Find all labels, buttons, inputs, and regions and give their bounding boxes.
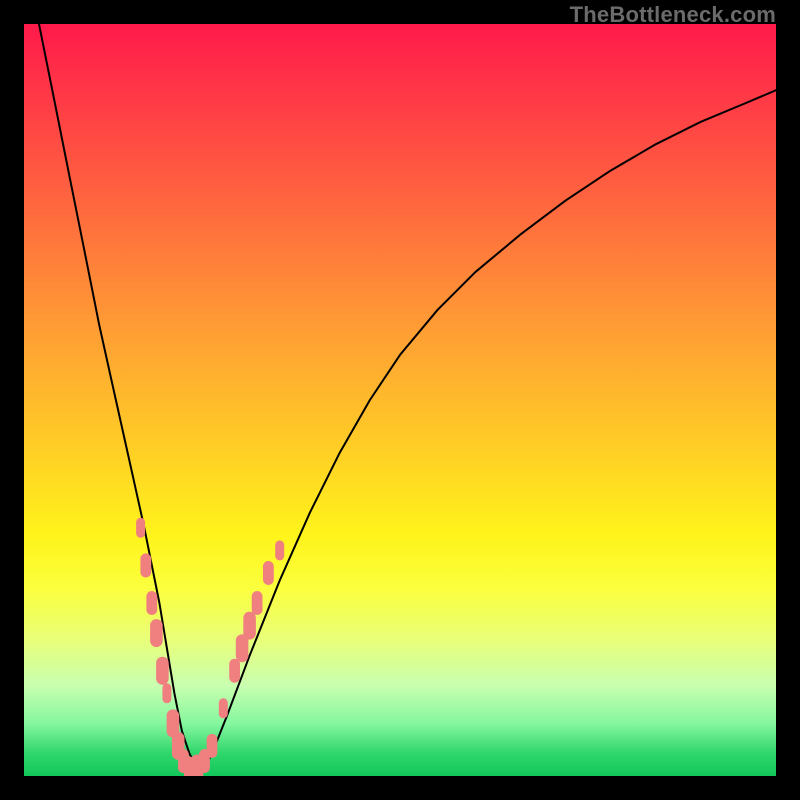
marker-point xyxy=(136,518,145,538)
marker-point xyxy=(156,657,169,685)
marker-point xyxy=(172,732,185,760)
marker-point xyxy=(229,659,240,683)
marker-point xyxy=(184,757,195,777)
marker-point xyxy=(167,709,180,737)
marker-point xyxy=(263,561,274,585)
marker-point xyxy=(140,553,151,577)
marker-point xyxy=(199,749,210,773)
plot-area xyxy=(24,24,776,776)
outer-frame: TheBottleneck.com xyxy=(0,0,800,800)
marker-point xyxy=(236,634,249,662)
marker-group xyxy=(136,518,284,776)
marker-point xyxy=(191,755,204,777)
marker-point xyxy=(150,619,163,647)
marker-point xyxy=(207,734,218,758)
marker-point xyxy=(146,591,157,615)
marker-point xyxy=(252,591,263,615)
marker-point xyxy=(243,612,256,640)
watermark-text: TheBottleneck.com xyxy=(570,2,776,28)
chart-overlay-svg xyxy=(24,24,776,776)
marker-point xyxy=(219,698,228,718)
bottleneck-curve xyxy=(39,24,776,769)
marker-point xyxy=(178,749,189,773)
marker-point xyxy=(162,683,171,703)
marker-point xyxy=(275,540,284,560)
